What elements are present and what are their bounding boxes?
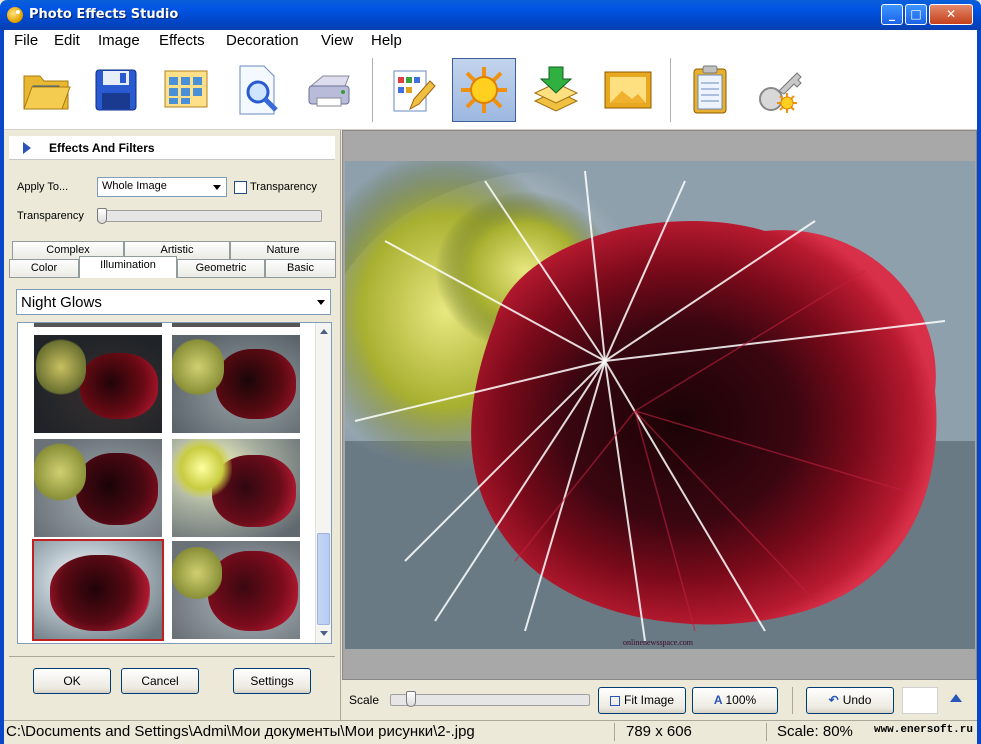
tab-geometric[interactable]: Geometric — [177, 259, 265, 278]
toolbar-separator — [670, 58, 671, 122]
divider — [9, 656, 335, 657]
photo-preview[interactable]: onlinenewsspace.com — [345, 161, 975, 649]
apply-to-label: Apply To... — [17, 181, 69, 193]
menu-help[interactable]: Help — [367, 30, 406, 52]
tab-color[interactable]: Color — [9, 259, 79, 278]
arrow-up-icon[interactable] — [950, 694, 962, 702]
thumbnails-scrollbar[interactable] — [315, 323, 331, 643]
thumbnail-partial — [34, 323, 162, 327]
maximize-button[interactable]: □ — [905, 4, 927, 25]
undo-button[interactable]: ↶ Undo — [806, 687, 894, 714]
menu-effects[interactable]: Effects — [155, 30, 209, 52]
blank-field — [902, 687, 938, 714]
fit-image-label: Fit Image — [623, 693, 674, 707]
toolbar-separator — [372, 58, 373, 122]
image-caption: onlinenewsspace.com — [623, 638, 694, 647]
status-bar: C:\Documents and Settings\Admi\Мои докум… — [4, 720, 977, 742]
divider — [792, 687, 793, 714]
status-separator — [766, 723, 767, 741]
effect-thumbnail[interactable] — [172, 541, 300, 639]
status-separator — [614, 723, 615, 741]
key-sun-icon[interactable] — [750, 58, 814, 122]
open-folder-icon[interactable] — [14, 58, 78, 122]
zoom-100-label: 100% — [725, 693, 757, 707]
transparency-slider[interactable] — [97, 210, 322, 222]
effect-select[interactable]: Night Glows — [16, 289, 331, 315]
watermark: www.enersoft.ru — [873, 724, 973, 736]
status-file-path: C:\Documents and Settings\Admi\Мои докум… — [6, 723, 475, 740]
menu-image[interactable]: Image — [94, 30, 144, 52]
preview-magnifier-icon[interactable] — [226, 58, 290, 122]
minimize-button[interactable]: _ — [881, 4, 903, 25]
ok-button[interactable]: OK — [33, 668, 111, 694]
main-toolbar — [4, 52, 977, 130]
effect-thumbnail[interactable] — [172, 439, 300, 537]
undo-arrow-icon: ↶ — [828, 693, 839, 707]
image-canvas[interactable]: onlinenewsspace.com — [342, 130, 977, 680]
menu-bar: File Edit Image Effects Decoration View … — [4, 30, 977, 52]
scale-slider[interactable] — [390, 694, 590, 706]
apply-to-value: Whole Image — [102, 180, 167, 192]
transparency-checkbox-label: Transparency — [250, 181, 317, 193]
effect-thumbnail[interactable] — [34, 439, 162, 537]
zoom-icon: A — [713, 693, 723, 707]
apply-to-select[interactable]: Whole Image — [97, 177, 227, 197]
undo-label: Undo — [842, 693, 872, 707]
tab-illumination[interactable]: Illumination — [79, 256, 177, 278]
window-frame-right — [977, 30, 981, 744]
arrow-right-icon — [23, 142, 31, 154]
title-bar[interactable]: Photo Effects Studio _ □ ✕ — [0, 0, 981, 30]
edit-pencil-icon[interactable] — [380, 58, 444, 122]
status-scale: Scale: 80% — [777, 723, 853, 740]
effect-thumbnail-selected[interactable] — [32, 539, 164, 641]
sun-effects-icon[interactable] — [452, 58, 516, 122]
app-palette-icon — [7, 7, 23, 23]
view-controls-bar: Scale Fit Image A 100% ↶ Undo — [342, 680, 977, 720]
transparency-label: Transparency — [17, 210, 84, 222]
panel-header: Effects And Filters — [9, 136, 335, 160]
picture-frame-icon[interactable] — [596, 58, 660, 122]
scroll-up-icon[interactable] — [320, 329, 328, 334]
settings-button[interactable]: Settings — [233, 668, 311, 694]
menu-decoration[interactable]: Decoration — [222, 30, 303, 52]
effect-value: Night Glows — [21, 294, 102, 311]
thumbnail-partial — [172, 323, 300, 327]
scroll-down-icon[interactable] — [320, 631, 328, 636]
rose-image: onlinenewsspace.com — [345, 161, 975, 649]
fit-image-button[interactable]: Fit Image — [598, 687, 686, 714]
scale-slider-thumb[interactable] — [406, 691, 416, 707]
save-disk-icon[interactable] — [84, 58, 148, 122]
layers-download-icon[interactable] — [524, 58, 588, 122]
fit-image-icon — [609, 695, 620, 706]
effect-thumbnails-list — [17, 322, 332, 644]
chevron-down-icon[interactable] — [210, 180, 224, 194]
tab-basic[interactable]: Basic — [265, 259, 336, 278]
transparency-slider-thumb[interactable] — [97, 208, 107, 224]
effect-thumbnail[interactable] — [172, 335, 300, 433]
transparency-checkbox[interactable] — [234, 181, 247, 194]
zoom-100-button[interactable]: A 100% — [692, 687, 778, 714]
effects-panel: Effects And Filters Apply To... Whole Im… — [4, 130, 341, 720]
window-title: Photo Effects Studio — [29, 7, 179, 22]
panel-title: Effects And Filters — [49, 141, 155, 155]
effect-thumbnail[interactable] — [34, 335, 162, 433]
printer-icon[interactable] — [298, 58, 362, 122]
clipboard-icon[interactable] — [678, 58, 742, 122]
tab-nature[interactable]: Nature — [230, 241, 336, 260]
grid-calendar-icon[interactable] — [154, 58, 218, 122]
menu-edit[interactable]: Edit — [50, 30, 84, 52]
menu-file[interactable]: File — [10, 30, 42, 52]
scrollbar-thumb[interactable] — [317, 533, 330, 625]
menu-view[interactable]: View — [317, 30, 357, 52]
close-button[interactable]: ✕ — [929, 4, 973, 25]
cancel-button[interactable]: Cancel — [121, 668, 199, 694]
scale-label: Scale — [349, 693, 380, 707]
status-dimensions: 789 x 606 — [626, 723, 692, 740]
